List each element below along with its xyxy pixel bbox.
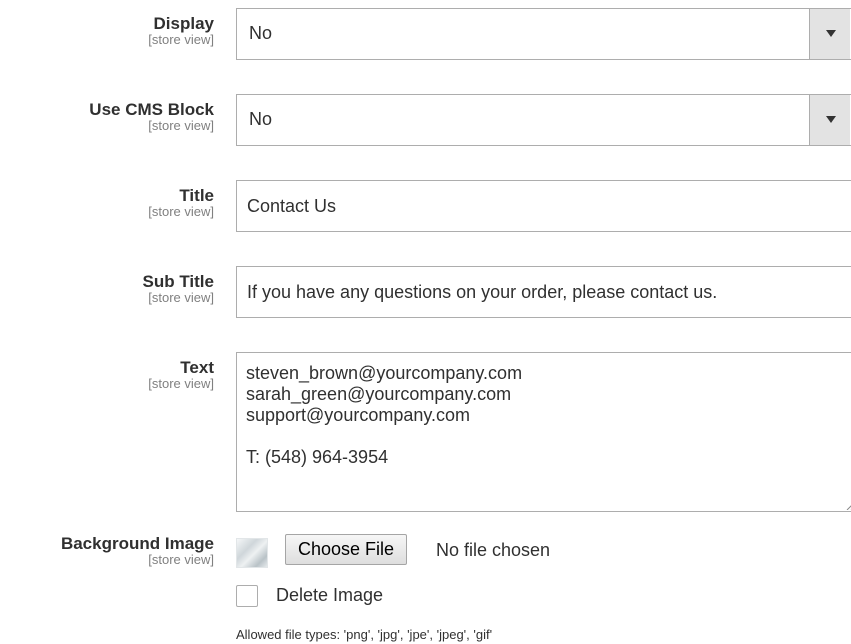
background-image-control: Choose File No file chosen Delete Image … [236, 530, 851, 644]
resize-handle-icon[interactable] [846, 502, 851, 510]
text-label: Text [180, 358, 214, 377]
display-select-value: No [249, 23, 273, 43]
delete-image-checkbox[interactable] [236, 585, 258, 607]
category-settings-form: Display [store view] No Use CMS Block [s… [0, 0, 851, 644]
use-cms-block-scope: [store view] [148, 118, 214, 133]
triangle-down-icon [826, 116, 836, 123]
use-cms-block-select-value: No [249, 109, 273, 129]
display-scope: [store view] [148, 32, 214, 47]
background-image-label-group: Background Image [store view] [0, 534, 214, 568]
triangle-down-icon [826, 30, 836, 37]
text-label-group: Text [store view] [0, 358, 214, 392]
display-label: Display [153, 14, 214, 33]
display-label-group: Display [store view] [0, 14, 214, 48]
use-cms-block-select[interactable]: No [236, 94, 851, 146]
text-control: steven_brown@yourcompany.com sarah_green… [236, 352, 851, 512]
use-cms-block-control: No [236, 94, 851, 146]
display-select[interactable]: No [236, 8, 851, 60]
sub-title-input[interactable] [236, 266, 851, 318]
text-textarea[interactable]: steven_brown@yourcompany.com sarah_green… [236, 352, 851, 512]
title-scope: [store view] [148, 204, 214, 219]
allowed-file-types-note: Allowed file types: 'png', 'jpg', 'jpe',… [236, 627, 493, 642]
background-image-scope: [store view] [148, 552, 214, 567]
title-control [236, 180, 851, 232]
title-label-group: Title [store view] [0, 186, 214, 220]
use-cms-block-select-toggle[interactable] [809, 95, 850, 145]
background-image-label: Background Image [60, 534, 214, 553]
sub-title-control [236, 266, 851, 318]
sub-title-scope: [store view] [148, 290, 214, 305]
text-area-wrapper: steven_brown@yourcompany.com sarah_green… [236, 352, 851, 512]
choose-file-button[interactable]: Choose File [285, 534, 408, 565]
title-input[interactable] [236, 180, 851, 232]
text-scope: [store view] [148, 376, 214, 391]
sub-title-label-group: Sub Title [store view] [0, 272, 214, 306]
sub-title-label: Sub Title [142, 272, 214, 291]
title-label: Title [179, 186, 214, 205]
display-control: No [236, 8, 851, 60]
display-select-toggle[interactable] [809, 9, 850, 59]
image-thumbnail-icon[interactable] [236, 538, 268, 568]
use-cms-block-label: Use CMS Block [89, 100, 214, 119]
delete-image-label[interactable]: Delete Image [276, 585, 383, 606]
file-status-text: No file chosen [436, 540, 551, 560]
use-cms-block-label-group: Use CMS Block [store view] [0, 100, 214, 134]
